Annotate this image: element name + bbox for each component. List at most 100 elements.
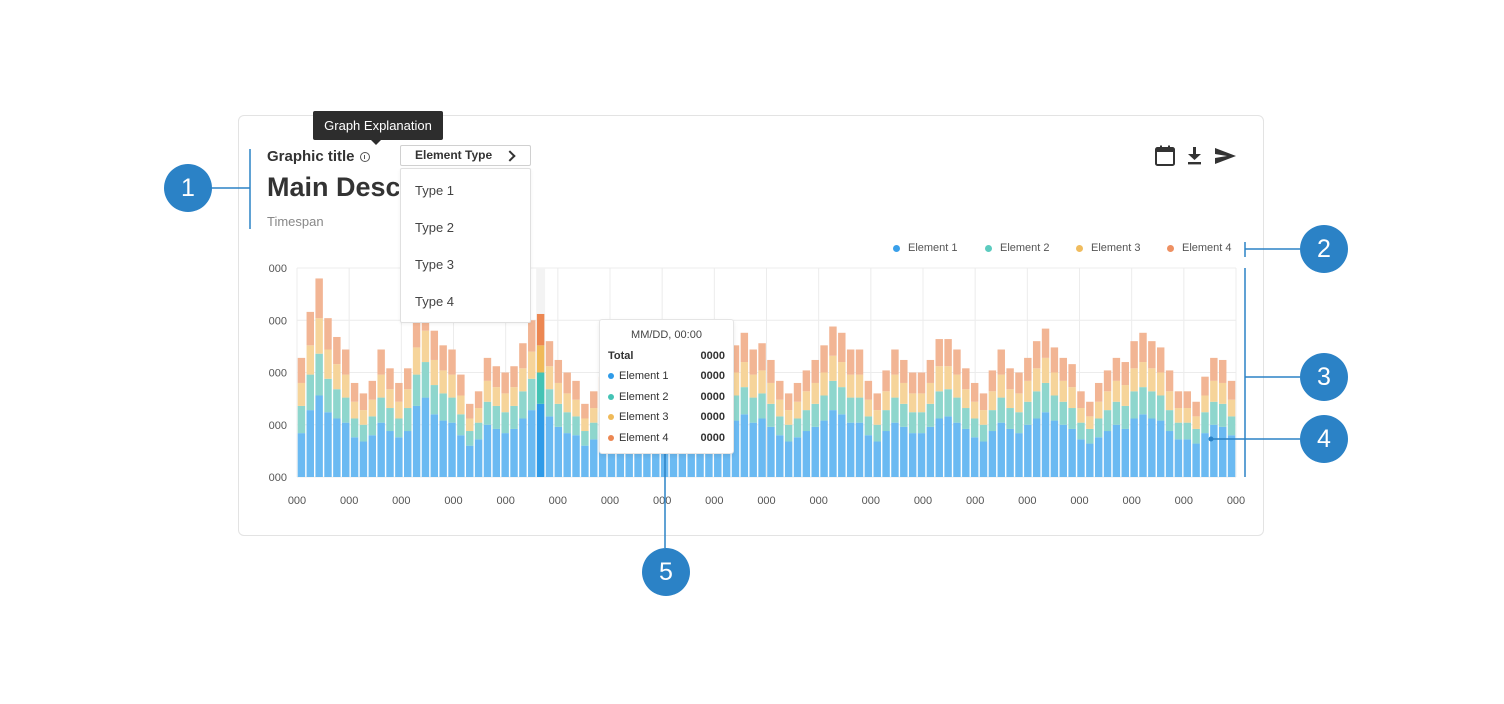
bar-segment-element-4[interactable] [846,349,855,375]
bar-segment-element-1[interactable] [306,410,315,477]
bar-segment-element-4[interactable] [1086,401,1094,417]
bar-segment-element-3[interactable] [350,401,359,419]
bar-segment-element-4[interactable] [430,330,439,360]
bar-segment-element-2[interactable] [306,374,315,411]
bar-segment-element-2[interactable] [1032,391,1041,419]
bar-segment-element-1[interactable] [740,414,749,477]
bar-segment-element-3[interactable] [1059,380,1067,402]
bar-segment-element-2[interactable] [1183,422,1191,440]
bar-segment-element-2[interactable] [1094,418,1103,438]
bar-segment-element-2[interactable] [1086,428,1094,444]
bar-segment-element-4[interactable] [1068,364,1076,388]
bar-segment-element-1[interactable] [776,435,784,477]
bar-segment-element-4[interactable] [563,372,571,394]
bar-segment-element-4[interactable] [944,339,952,367]
bar-segment-element-3[interactable] [882,391,890,411]
bar-segment-element-1[interactable] [1077,439,1085,477]
bar-segment-element-4[interactable] [1112,357,1121,381]
bar-segment-element-4[interactable] [333,336,341,365]
bar-segment-element-3[interactable] [306,345,315,375]
bar-segment-element-1[interactable] [430,414,439,477]
bar-segment-element-2[interactable] [572,416,580,436]
bar-segment-element-1[interactable] [749,422,757,477]
bar-segment-element-2[interactable] [368,416,377,436]
bar-segment-element-3[interactable] [474,408,483,423]
bar-segment-element-2[interactable] [492,405,501,429]
bar-segment-element-4[interactable] [900,359,908,383]
bar-segment-element-2[interactable] [917,412,926,434]
bar-segment-element-1[interactable] [820,420,828,477]
bar-segment-element-3[interactable] [1077,408,1085,423]
bar-segment-element-3[interactable] [528,351,536,379]
bar-segment-element-1[interactable] [838,414,846,477]
bar-segment-element-1[interactable] [474,439,483,477]
bar-segment-element-4[interactable] [917,372,926,394]
bar-segment-element-1[interactable] [554,426,563,477]
bar-segment-element-4[interactable] [776,380,784,400]
bar-segment-element-3[interactable] [802,391,811,411]
bar-segment-element-4[interactable] [926,359,935,383]
bar-segment-element-4[interactable] [1059,357,1067,381]
bar-segment-element-4[interactable] [820,345,828,373]
bar-segment-element-1[interactable] [1210,424,1218,477]
bar-segment-element-3[interactable] [1218,382,1227,404]
bar-segment-element-3[interactable] [944,366,952,390]
bar-segment-element-3[interactable] [1024,380,1032,402]
bar-segment-element-4[interactable] [829,326,837,356]
bar-segment-element-1[interactable] [1024,424,1032,477]
bar-segment-element-1[interactable] [935,418,943,477]
bar-segment-element-4[interactable] [368,380,377,400]
bar-segment-element-4[interactable] [1103,370,1112,392]
bar-segment-element-2[interactable] [846,397,855,423]
bar-segment-element-2[interactable] [767,403,775,427]
bar-segment-element-3[interactable] [846,374,855,398]
bar-segment-element-2[interactable] [1050,395,1059,421]
bar-segment-element-4[interactable] [528,320,536,352]
bar-segment-element-2[interactable] [536,372,545,404]
bar-segment-element-3[interactable] [891,374,899,398]
bar-segment-element-2[interactable] [784,424,793,442]
bar-segment-element-3[interactable] [590,408,598,423]
bar-segment-element-3[interactable] [1210,380,1218,402]
bar-segment-element-3[interactable] [1192,416,1200,429]
bar-segment-element-4[interactable] [1121,362,1129,386]
bar-segment-element-2[interactable] [466,431,474,446]
bar-segment-element-3[interactable] [510,387,518,406]
bar-segment-element-4[interactable] [1156,347,1165,373]
bar-segment-element-3[interactable] [1041,357,1050,383]
bar-segment-element-1[interactable] [528,410,536,477]
bar-segment-element-1[interactable] [855,422,864,477]
bar-segment-element-2[interactable] [412,374,421,406]
bar-segment-element-1[interactable] [1103,431,1112,477]
bar-segment-element-4[interactable] [882,370,890,392]
bar-segment-element-3[interactable] [386,389,394,409]
bar-segment-element-2[interactable] [882,410,890,432]
bar-segment-element-2[interactable] [395,418,403,438]
bar-segment-element-2[interactable] [944,389,952,417]
bar-segment-element-2[interactable] [350,418,359,438]
bar-segment-element-2[interactable] [926,403,935,427]
bar-segment-element-1[interactable] [846,422,855,477]
bar-segment-element-1[interactable] [1050,420,1059,477]
bar-segment-element-2[interactable] [749,397,757,423]
bar-segment-element-1[interactable] [510,428,518,477]
bar-segment-element-3[interactable] [1139,362,1147,388]
bar-segment-element-1[interactable] [926,426,935,477]
bar-segment-element-3[interactable] [333,364,341,390]
bar-segment-element-1[interactable] [1006,428,1014,477]
bar-segment-element-2[interactable] [1227,416,1236,436]
bar-segment-element-4[interactable] [1015,372,1023,394]
bar-segment-element-3[interactable] [917,393,926,413]
bar-segment-element-3[interactable] [776,399,784,417]
bar-segment-element-1[interactable] [581,445,589,477]
bar-segment-element-1[interactable] [563,433,571,477]
bar-segment-element-1[interactable] [1032,418,1041,477]
bar-segment-element-4[interactable] [784,393,793,411]
bar-segment-element-4[interactable] [1210,357,1218,381]
bar-segment-element-3[interactable] [572,399,580,417]
bar-segment-element-3[interactable] [1032,368,1041,392]
bar-segment-element-3[interactable] [838,362,846,388]
bar-segment-element-1[interactable] [519,418,527,477]
bar-segment-element-1[interactable] [1165,431,1174,477]
bar-segment-element-4[interactable] [1130,341,1138,369]
